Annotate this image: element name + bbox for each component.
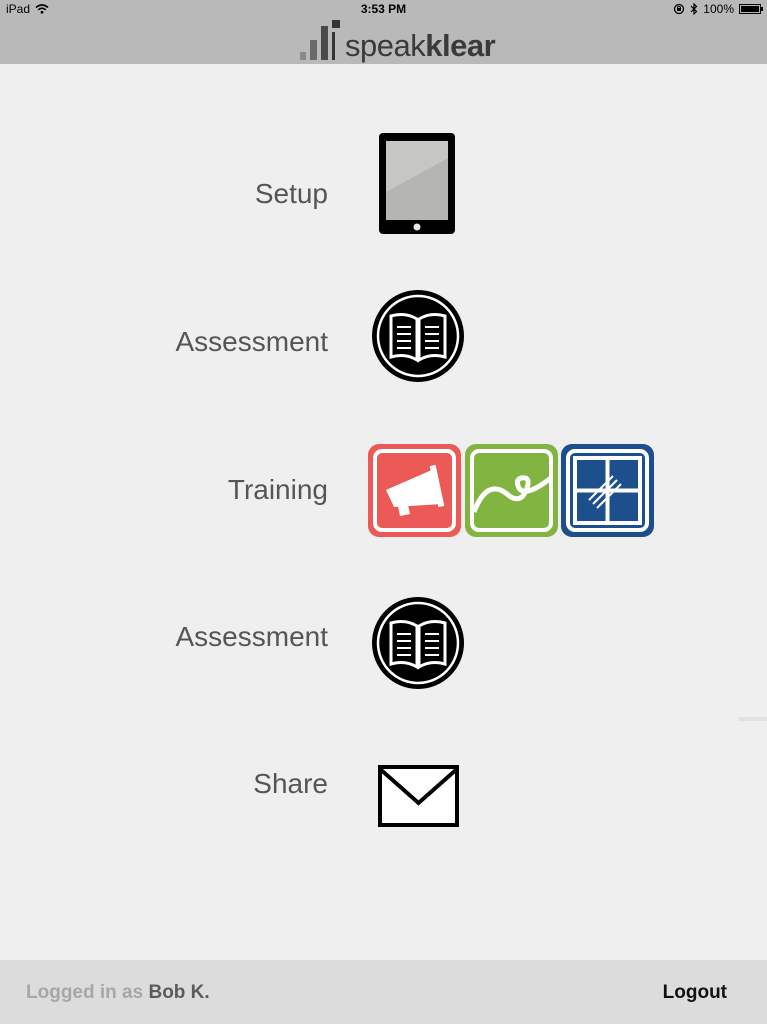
- book-icon[interactable]: [371, 289, 465, 383]
- menu-label-assessment-1[interactable]: Assessment: [176, 326, 329, 358]
- envelope-icon[interactable]: [378, 765, 459, 828]
- battery-icon: [739, 4, 763, 14]
- menu-label-training[interactable]: Training: [228, 474, 328, 506]
- scroll-indicator: [738, 717, 767, 721]
- login-status: Logged in as Bob K.: [26, 982, 210, 1004]
- status-right: 100%: [673, 2, 763, 16]
- status-bar: iPad 3:53 PM 100%: [0, 0, 767, 20]
- menu-label-assessment-2[interactable]: Assessment: [176, 621, 329, 653]
- logout-button[interactable]: Logout: [663, 982, 727, 1004]
- tablet-icon[interactable]: [378, 132, 456, 236]
- wave-icon[interactable]: [465, 444, 558, 537]
- megaphone-icon[interactable]: [368, 444, 461, 537]
- logo-text: speakklear: [345, 28, 496, 63]
- footer-bar: Logged in as Bob K. Logout: [0, 960, 767, 1024]
- bluetooth-icon: [690, 3, 698, 15]
- logo-bars-icon: [300, 20, 340, 60]
- menu-label-share[interactable]: Share: [253, 768, 328, 800]
- app-logo: speakklear: [300, 20, 496, 63]
- header-bar: iPad 3:53 PM 100% speakklear: [0, 0, 767, 64]
- battery-percent: 100%: [703, 2, 734, 16]
- menu-label-setup[interactable]: Setup: [255, 178, 328, 210]
- book-icon[interactable]: [371, 596, 465, 690]
- logged-in-label: Logged in as: [26, 982, 144, 1003]
- orientation-lock-icon: [674, 3, 685, 15]
- status-time: 3:53 PM: [360, 2, 407, 16]
- logo-text-thin: speak: [345, 28, 426, 63]
- user-name: Bob K.: [148, 982, 210, 1003]
- logo-text-bold: klear: [425, 28, 496, 63]
- window-icon[interactable]: [561, 444, 654, 537]
